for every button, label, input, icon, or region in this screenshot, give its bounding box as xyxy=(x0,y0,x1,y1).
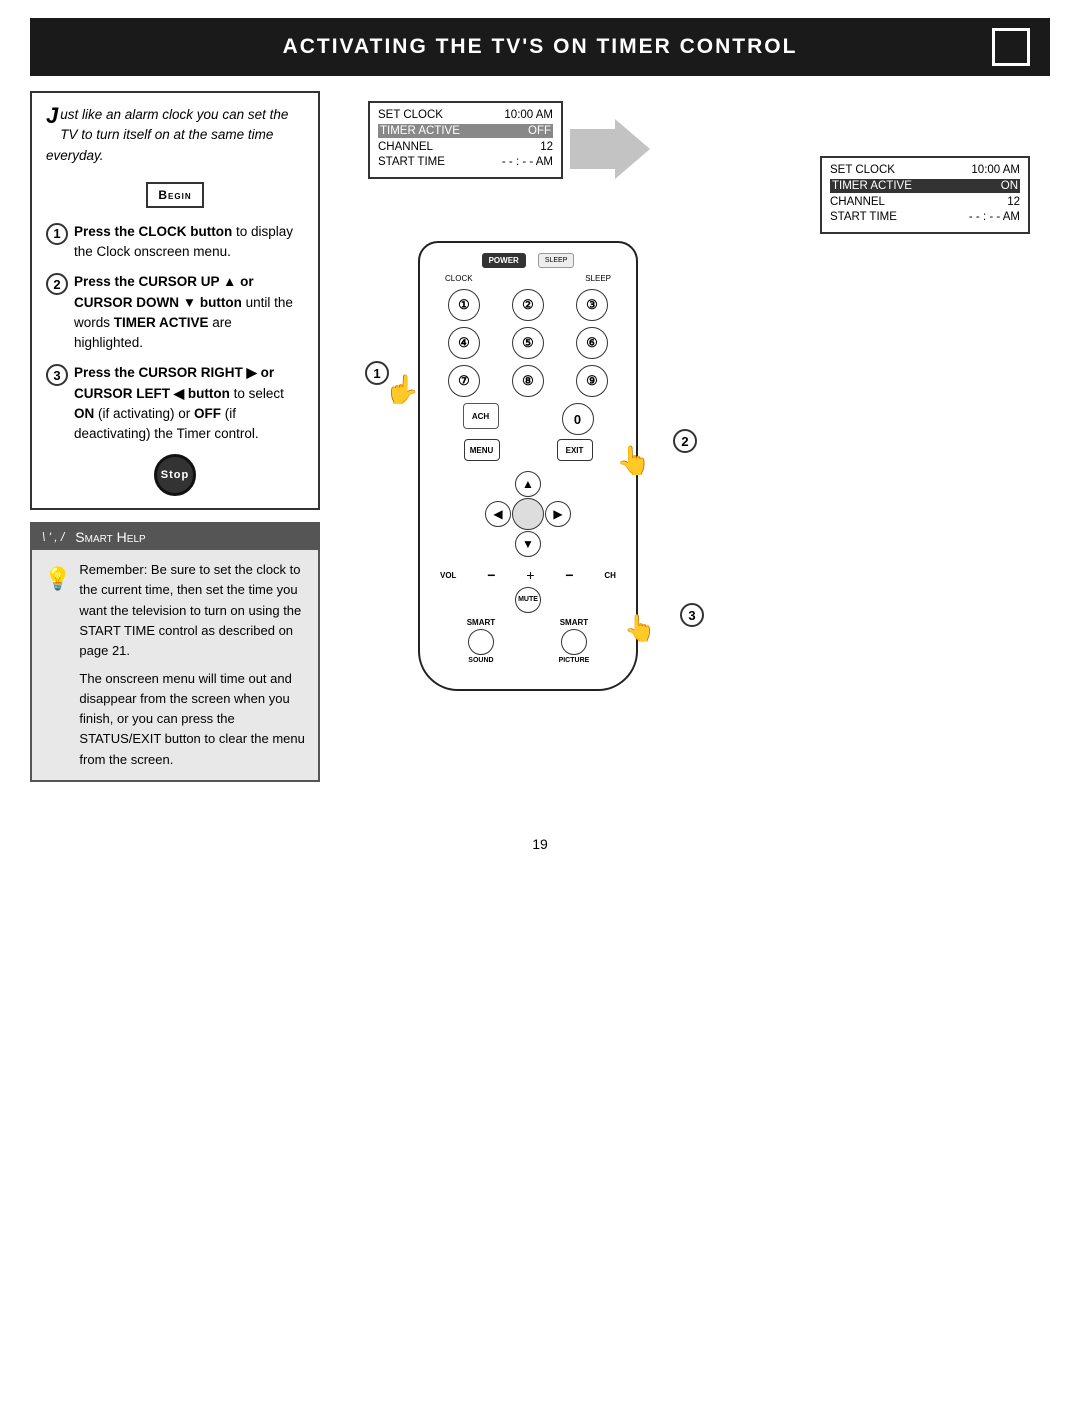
smart-help-text: Remember: Be sure to set the clock to th… xyxy=(79,560,306,769)
cursor-right-button[interactable]: ▶ xyxy=(545,501,571,527)
smart-sound-item: SMART SOUND xyxy=(467,618,495,664)
mute-area: MUTE xyxy=(435,587,621,613)
smart-sound-button[interactable] xyxy=(468,629,494,655)
drop-cap: J xyxy=(46,105,58,127)
smart-picture-item: SMART PICTURE xyxy=(559,618,590,664)
step-3-number: 3 xyxy=(46,364,68,386)
step3-pointer: 👆 xyxy=(624,613,656,644)
clock-label: CLOCK xyxy=(445,274,473,283)
smart-help-bulb-row: 💡 Remember: Be sure to set the clock to … xyxy=(44,560,306,769)
step-2-number: 2 xyxy=(46,273,68,295)
page-title: Activating the TV's On Timer Control xyxy=(88,35,992,59)
ch-label: CH xyxy=(604,571,616,580)
nav-area-wrapper: 👆 2 MENU EXIT ▲ ▼ ◀ ▶ xyxy=(435,439,621,559)
exit-button[interactable]: EXIT xyxy=(557,439,593,461)
screen-after-row3: CHANNEL 12 xyxy=(830,196,1020,208)
smart-help-title: Smart Help xyxy=(75,529,145,545)
stop-badge: Stop xyxy=(46,454,304,496)
plus-spacer: + xyxy=(526,567,534,583)
remote-nav-area: ▲ ▼ ◀ ▶ xyxy=(483,469,573,559)
screen-after-row1: SET CLOCK 10:00 AM xyxy=(830,164,1020,176)
bulb-icon: 💡 xyxy=(44,562,71,596)
remote-top-buttons: POWER SLEEP xyxy=(435,253,621,268)
left-panel: Just like an alarm clock you can set the… xyxy=(30,91,320,791)
instructions-box: Just like an alarm clock you can set the… xyxy=(30,91,320,510)
smart-buttons-row: SMART SOUND SMART PICTURE xyxy=(435,618,621,664)
acn-row: ACH 0 xyxy=(435,403,621,435)
cursor-up-button[interactable]: ▲ xyxy=(515,471,541,497)
num-btn-7[interactable]: ⑦ xyxy=(448,365,480,397)
cursor-left-button[interactable]: ◀ xyxy=(485,501,511,527)
screen-before-row2-highlight: TIMER ACTIVE OFF xyxy=(378,124,553,138)
num-btn-8[interactable]: ⑧ xyxy=(512,365,544,397)
smart-label2: SMART xyxy=(560,618,588,627)
step-2-text: Press the CURSOR UP ▲ or CURSOR DOWN ▼ b… xyxy=(74,272,304,353)
smart-sound-label: SOUND xyxy=(468,657,493,664)
num-btn-6[interactable]: ⑥ xyxy=(576,327,608,359)
num-btn-4[interactable]: ④ xyxy=(448,327,480,359)
remote-control: POWER SLEEP CLOCK SLEEP ① ② ③ ④ ⑤ ⑥ ⑦ xyxy=(418,241,638,691)
ch-minus[interactable]: − xyxy=(565,567,573,583)
screen-after: SET CLOCK 10:00 AM TIMER ACTIVE ON CHANN… xyxy=(820,156,1030,234)
smart-help-box: \ ' , / Smart Help 💡 Remember: Be sure t… xyxy=(30,522,320,781)
nav-center xyxy=(512,498,544,530)
sleep-label2: SLEEP xyxy=(585,274,611,283)
header-bar: Activating the TV's On Timer Control xyxy=(30,18,1050,76)
screen-after-row4: START TIME - - : - - AM xyxy=(830,211,1020,223)
menu-button[interactable]: MENU xyxy=(464,439,500,461)
step2-pointer: 👆 xyxy=(616,444,651,477)
screen-before-row4: START TIME - - : - - AM xyxy=(378,156,553,168)
num-btn-5[interactable]: ⑤ xyxy=(512,327,544,359)
step-1-text: Press the CLOCK button to display the Cl… xyxy=(74,222,304,263)
transition-arrow xyxy=(570,119,650,244)
step1-pointer: 👆 xyxy=(385,373,420,406)
acn-button[interactable]: ACH xyxy=(463,403,499,429)
smart-help-header: \ ' , / Smart Help xyxy=(32,524,318,550)
vol-minus[interactable]: − xyxy=(487,567,495,583)
vol-label: VOL xyxy=(440,571,456,580)
num-btn-0[interactable]: 0 xyxy=(562,403,594,435)
smart-picture-label: PICTURE xyxy=(559,657,590,664)
screen-before-row1: SET CLOCK 10:00 AM xyxy=(378,109,553,121)
num-btn-1[interactable]: ① xyxy=(448,289,480,321)
smart-help-content: 💡 Remember: Be sure to set the clock to … xyxy=(32,550,318,779)
step-3: 3 Press the CURSOR RIGHT ▶ or CURSOR LEF… xyxy=(46,363,304,444)
num-btn-3[interactable]: ③ xyxy=(576,289,608,321)
step-2: 2 Press the CURSOR UP ▲ or CURSOR DOWN ▼… xyxy=(46,272,304,353)
stop-circle: Stop xyxy=(154,454,196,496)
main-content: Just like an alarm clock you can set the… xyxy=(30,76,1050,806)
num-btn-9[interactable]: ⑨ xyxy=(576,365,608,397)
header-corner-box xyxy=(992,28,1030,66)
begin-badge: Begin xyxy=(146,182,203,208)
smart-picture-button[interactable] xyxy=(561,629,587,655)
step-3-text: Press the CURSOR RIGHT ▶ or CURSOR LEFT … xyxy=(74,363,304,444)
sleep-button[interactable]: SLEEP xyxy=(538,253,575,268)
cursor-down-button[interactable]: ▼ xyxy=(515,531,541,557)
remote-body: POWER SLEEP CLOCK SLEEP ① ② ③ ④ ⑤ ⑥ ⑦ xyxy=(418,241,638,691)
screen-after-row2-highlight: TIMER ACTIVE ON xyxy=(830,179,1020,193)
begin-center: Begin xyxy=(46,176,304,214)
power-button[interactable]: POWER xyxy=(482,253,526,268)
vol-ch-row: VOL − + − CH xyxy=(435,567,621,583)
step-1: 1 Press the CLOCK button to display the … xyxy=(46,222,304,263)
menu-exit-row: MENU EXIT xyxy=(435,439,621,461)
smart-label1: SMART xyxy=(467,618,495,627)
page-number: 19 xyxy=(0,836,1080,852)
right-panel: SET CLOCK 10:00 AM TIMER ACTIVE OFF CHAN… xyxy=(338,91,1050,791)
screen-before-row3: CHANNEL 12 xyxy=(378,141,553,153)
intro-text: Just like an alarm clock you can set the… xyxy=(46,105,304,166)
smart-help-decoration: \ ' , / xyxy=(42,530,64,544)
mute-button[interactable]: MUTE xyxy=(515,587,541,613)
step-1-number: 1 xyxy=(46,223,68,245)
remote-numpad: ① ② ③ ④ ⑤ ⑥ ⑦ ⑧ ⑨ xyxy=(435,289,621,397)
num-btn-2[interactable]: ② xyxy=(512,289,544,321)
remote-clock-sleep-labels: CLOCK SLEEP xyxy=(435,274,621,283)
screen-before: SET CLOCK 10:00 AM TIMER ACTIVE OFF CHAN… xyxy=(368,101,563,179)
